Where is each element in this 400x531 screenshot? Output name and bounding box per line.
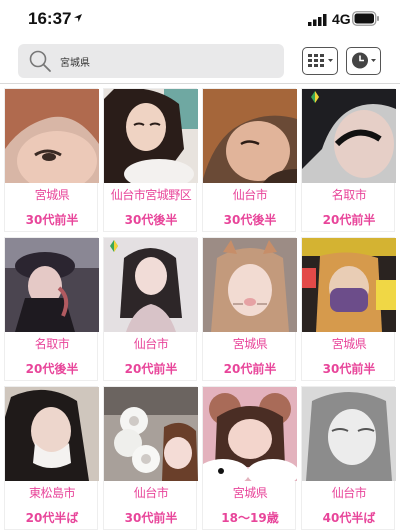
profile-photo <box>302 89 396 183</box>
profile-card[interactable]: 東松島市 20代半ば <box>4 386 99 530</box>
profile-age: 20代前半 <box>223 362 277 376</box>
profile-area: 名取市 <box>34 337 70 351</box>
profile-age: 30代後半 <box>124 213 178 227</box>
search-toolbar: 宮城県 <box>0 38 400 84</box>
profile-age: 20代前半 <box>322 213 376 227</box>
battery-icon <box>352 11 379 26</box>
profile-card[interactable]: 仙台市 20代前半 <box>103 237 198 381</box>
profile-age: 20代前半 <box>124 362 178 376</box>
profile-card[interactable]: 宮城県 30代前半 <box>301 237 396 381</box>
profile-area: 名取市 <box>331 188 367 202</box>
profile-age: 18〜19歳 <box>221 511 279 525</box>
profile-card[interactable]: 仙台市宮城野区 30代後半 <box>103 88 198 232</box>
profile-photo <box>5 89 99 183</box>
profile-card[interactable]: 宮城県 30代前半 <box>4 88 99 232</box>
profile-area: 東松島市 <box>28 486 76 500</box>
grid-view-button[interactable] <box>302 47 338 75</box>
profile-card[interactable]: 名取市 20代後半 <box>4 237 99 381</box>
cellular-signal-icon <box>308 14 327 26</box>
profile-photo <box>302 238 396 332</box>
sort-time-button[interactable] <box>346 47 381 75</box>
profile-area: 宮城県 <box>34 188 70 202</box>
profile-photo <box>5 387 99 481</box>
profile-age: 30代後半 <box>223 213 277 227</box>
status-bar: 16:37 4G <box>0 0 400 38</box>
profile-area: 宮城県 <box>232 337 268 351</box>
search-input[interactable]: 宮城県 <box>18 44 284 78</box>
profile-area: 仙台市 <box>232 188 268 202</box>
profile-area: 宮城県 <box>331 337 367 351</box>
grid-menu-icon <box>308 54 333 67</box>
profile-age: 30代前半 <box>25 213 79 227</box>
profile-photo <box>104 387 198 481</box>
profile-photo <box>104 238 198 332</box>
search-icon <box>29 50 51 72</box>
profile-photo <box>104 89 198 183</box>
search-query: 宮城県 <box>60 58 90 69</box>
profile-area: 仙台市宮城野区 <box>110 188 192 202</box>
network-type: 4G <box>332 11 351 27</box>
location-arrow-icon <box>74 14 82 22</box>
profile-photo <box>203 238 297 332</box>
profile-area: 仙台市 <box>133 486 169 500</box>
clock-icon <box>352 52 376 69</box>
status-time: 16:37 <box>28 9 72 28</box>
profile-photo <box>203 387 297 481</box>
profile-age: 20代後半 <box>25 362 79 376</box>
profile-card[interactable]: 宮城県 20代前半 <box>202 237 297 381</box>
profile-card[interactable]: 宮城県 18〜19歳 <box>202 386 297 530</box>
profile-photo <box>203 89 297 183</box>
profile-age: 20代半ば <box>25 511 79 525</box>
profile-photo <box>302 387 396 481</box>
profile-age: 30代前半 <box>124 511 178 525</box>
profile-card[interactable]: 名取市 20代前半 <box>301 88 396 232</box>
profile-card[interactable]: 仙台市 30代後半 <box>202 88 297 232</box>
profile-card[interactable]: 仙台市 40代半ば <box>301 386 396 530</box>
profile-age: 30代前半 <box>322 362 376 376</box>
profile-age: 40代半ば <box>322 511 376 525</box>
profile-area: 仙台市 <box>331 486 367 500</box>
profile-area: 仙台市 <box>133 337 169 351</box>
profile-photo <box>5 238 99 332</box>
profile-area: 宮城県 <box>232 486 268 500</box>
profile-card[interactable]: 仙台市 30代前半 <box>103 386 198 530</box>
